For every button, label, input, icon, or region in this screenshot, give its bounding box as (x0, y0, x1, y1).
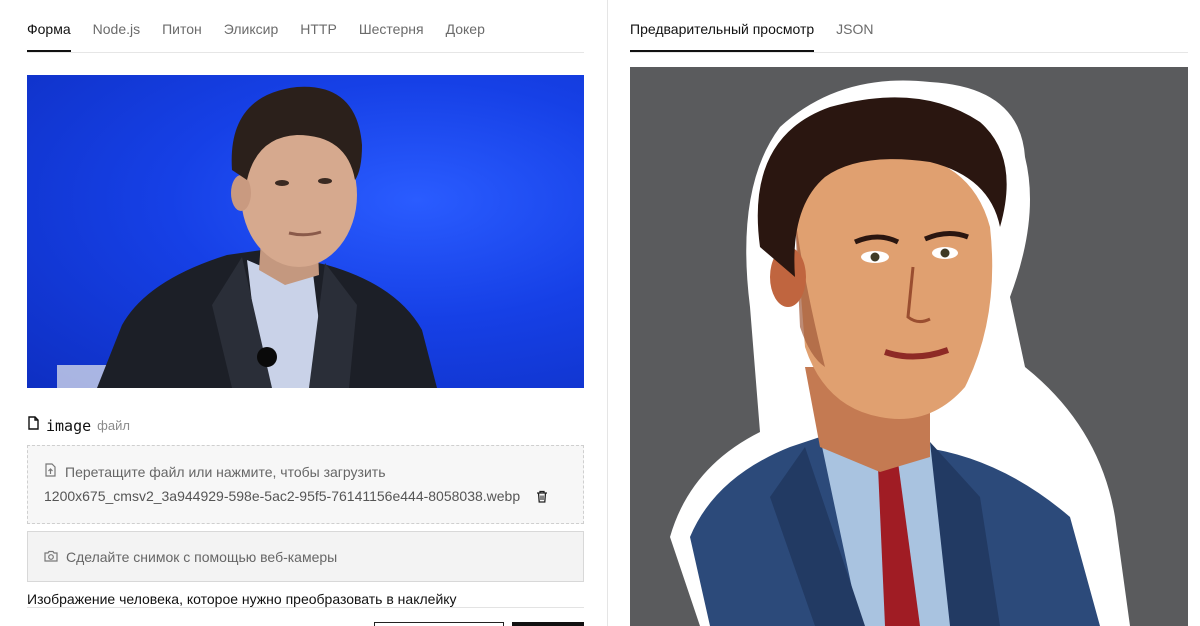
file-icon (27, 416, 40, 435)
trash-icon[interactable] (536, 490, 548, 503)
tab-http[interactable]: HTTP (300, 21, 337, 52)
input-photo-person (57, 86, 437, 388)
run-button[interactable] (512, 622, 584, 626)
tab-elixir[interactable]: Эликсир (224, 21, 278, 52)
dropzone-prompt-row: Перетащите файл или нажмите, чтобы загру… (44, 463, 386, 480)
file-dropzone[interactable]: Перетащите файл или нажмите, чтобы загру… (27, 445, 584, 524)
input-image-preview (27, 75, 584, 388)
tab-docker[interactable]: Докер (446, 21, 485, 52)
field-type: файл (97, 418, 130, 433)
field-name: image (46, 416, 92, 435)
tab-preview[interactable]: Предварительный просмотр (630, 21, 815, 52)
webcam-label: Сделайте снимок с помощью веб-камеры (66, 548, 338, 565)
reset-button[interactable] (374, 622, 504, 626)
uploaded-filename: 1200x675_cmsv2_3a944929-598e-5ac2-95f5-7… (44, 488, 521, 504)
output-tabs: Предварительный просмотр JSON (630, 0, 1188, 53)
dropzone-prompt: Перетащите файл или нажмите, чтобы загру… (65, 463, 386, 480)
uploaded-file-row: 1200x675_cmsv2_3a944929-598e-5ac2-95f5-7… (44, 488, 548, 504)
tab-form[interactable]: Форма (27, 21, 71, 52)
file-upload-icon (44, 463, 57, 480)
tab-json[interactable]: JSON (836, 21, 873, 52)
output-pane: Предварительный просмотр JSON (607, 0, 1200, 626)
sticker-illustration (670, 80, 1130, 626)
form-pane: Форма Node.js Питон Эликсир HTTP Шестерн… (0, 0, 607, 626)
webcam-capture-button[interactable]: Сделайте снимок с помощью веб-камеры (27, 531, 584, 582)
tab-cog[interactable]: Шестерня (359, 21, 424, 52)
language-tabs: Форма Node.js Питон Эликсир HTTP Шестерн… (27, 0, 584, 53)
output-sticker-image (630, 67, 1188, 626)
tab-nodejs[interactable]: Node.js (93, 21, 140, 52)
camera-icon (44, 549, 58, 565)
tab-python[interactable]: Питон (162, 21, 202, 52)
field-description: Изображение человека, которое нужно прео… (27, 592, 584, 608)
field-header: image файл (27, 416, 130, 435)
